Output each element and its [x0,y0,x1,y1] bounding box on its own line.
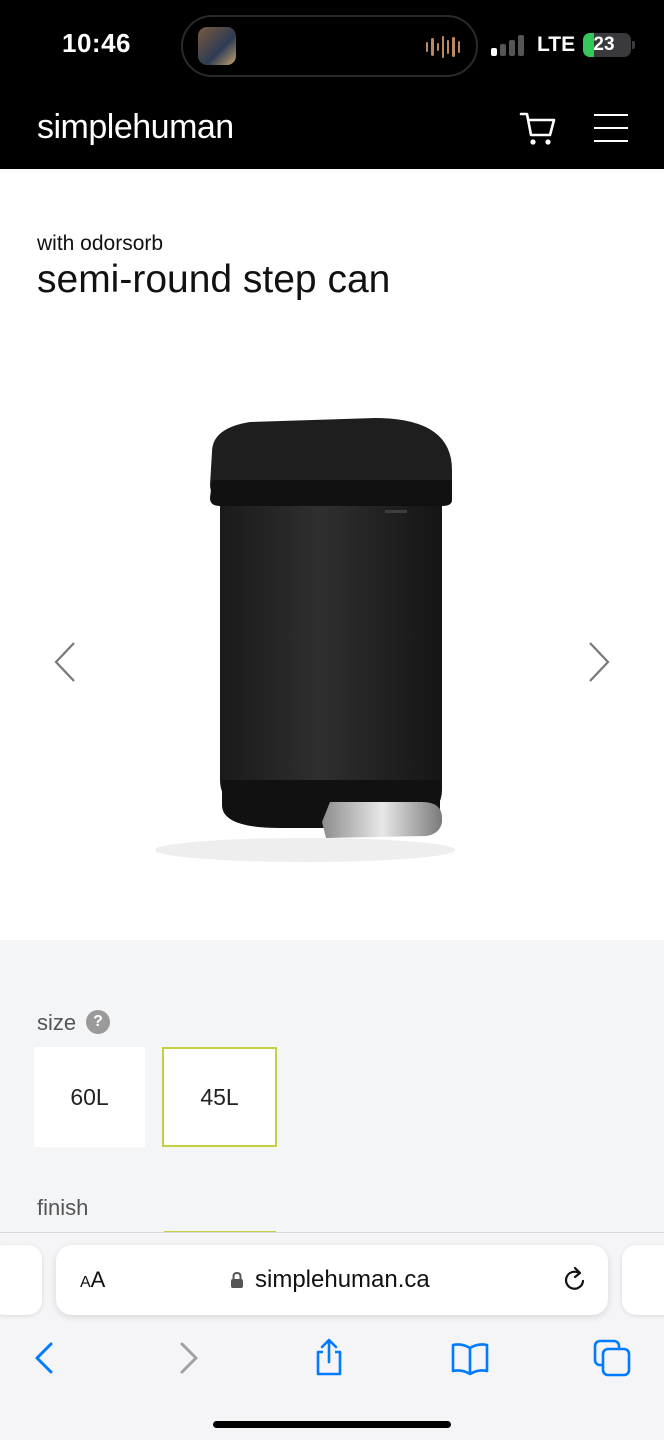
product-subtitle: with odorsorb [37,232,164,255]
size-option-45l[interactable]: 45L [162,1047,277,1147]
status-time: 10:46 [62,28,131,58]
status-bar: 10:46 LTE 23 [0,0,664,92]
gallery-next-button[interactable] [584,640,614,684]
share-icon[interactable] [309,1338,349,1378]
tabs-icon[interactable] [592,1338,632,1378]
product-title: semi-round step can [37,258,391,301]
forward-icon[interactable] [168,1338,208,1378]
url-text: simplehuman.ca [255,1266,430,1293]
site-logo[interactable]: simplehuman [37,108,234,147]
size-label: size [37,1010,77,1035]
carrier-label: LTE [537,33,576,56]
size-help-icon[interactable]: ? [86,1010,110,1034]
home-indicator [213,1421,451,1428]
cellular-signal-icon [491,34,527,56]
chevron-left-icon [54,642,75,682]
size-option-60l[interactable]: 60L [34,1047,145,1147]
reader-settings-button[interactable]: AA [80,1267,105,1293]
previous-tab-preview[interactable] [0,1245,42,1315]
reload-icon[interactable] [560,1265,590,1295]
now-playing-artwork [198,27,236,65]
product-options: size ? 60L 45L finish [0,940,664,1240]
dynamic-island[interactable] [181,15,478,77]
lock-icon [231,1271,243,1288]
battery-cap [632,41,635,49]
cart-icon [519,112,556,145]
audio-waveform-icon [426,35,460,59]
product-image [155,418,455,862]
gallery-prev-button[interactable] [50,640,80,684]
browser-toolbar: AA simplehuman.ca [0,1232,664,1440]
battery-level: 23 [593,34,615,55]
product-gallery[interactable] [0,340,664,940]
site-header: simplehuman [0,92,664,169]
address-bar[interactable]: AA simplehuman.ca [56,1245,608,1315]
next-tab-preview[interactable] [622,1245,664,1315]
finish-label: finish [37,1195,89,1220]
battery-icon: 23 [583,33,631,57]
chevron-right-icon [589,642,610,682]
bookmarks-icon[interactable] [450,1338,490,1378]
back-icon[interactable] [25,1338,65,1378]
menu-button[interactable] [594,112,628,144]
cart-button[interactable] [518,108,558,148]
